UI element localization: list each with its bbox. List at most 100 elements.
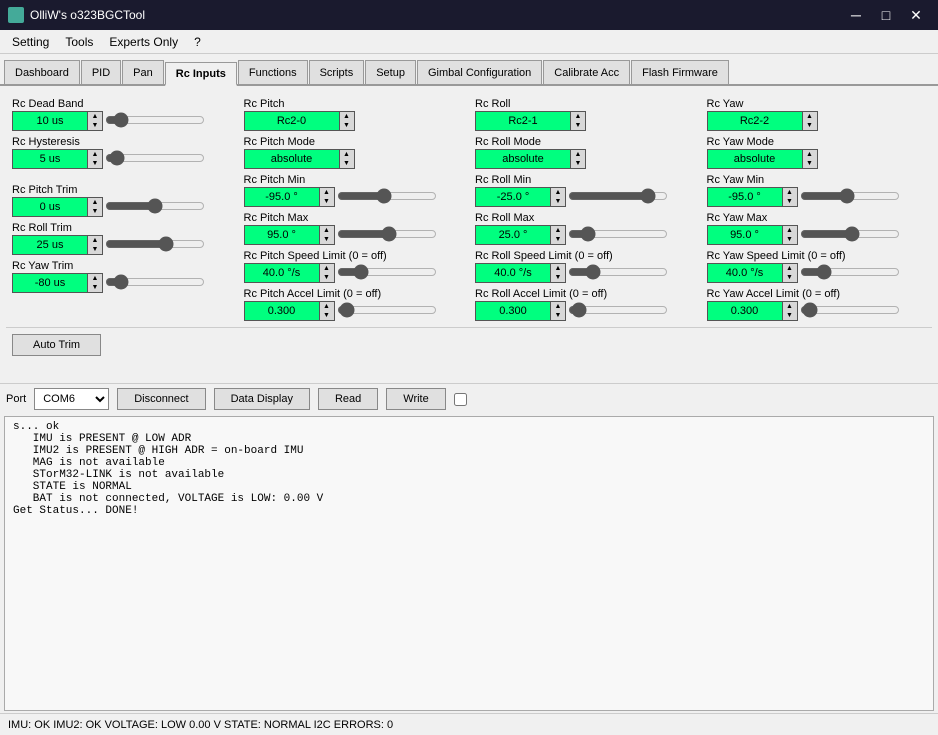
rc-pitch-min-range[interactable] [337, 189, 437, 203]
rc-hysteresis-up[interactable]: ▲ [88, 150, 102, 159]
rc-pitch-accel-up[interactable]: ▲ [320, 302, 334, 311]
rc-yaw-speed-up[interactable]: ▲ [783, 264, 797, 273]
rc-yaw-max-up[interactable]: ▲ [783, 226, 797, 235]
rc-roll-min-up[interactable]: ▲ [551, 188, 565, 197]
rc-yaw-trim-down[interactable]: ▼ [88, 283, 102, 292]
port-select[interactable]: COM6 COM1 COM2 COM3 COM4 COM5 COM7 COM8 [34, 388, 109, 410]
rc-roll-input[interactable] [475, 111, 570, 131]
rc-yaw-mode-up[interactable]: ▲ [803, 150, 817, 159]
rc-dead-band-up[interactable]: ▲ [88, 112, 102, 121]
rc-yaw-max-range[interactable] [800, 227, 900, 241]
tab-functions[interactable]: Functions [238, 60, 308, 84]
rc-yaw-min-range[interactable] [800, 189, 900, 203]
auto-trim-button[interactable]: Auto Trim [12, 334, 101, 356]
rc-yaw-input[interactable] [707, 111, 802, 131]
tab-rc-inputs[interactable]: Rc Inputs [165, 62, 237, 86]
rc-dead-band-input[interactable] [12, 111, 87, 131]
rc-roll-mode-down[interactable]: ▼ [571, 159, 585, 168]
rc-pitch-input[interactable] [244, 111, 339, 131]
rc-pitch-speed-down[interactable]: ▼ [320, 273, 334, 282]
tab-setup[interactable]: Setup [365, 60, 416, 84]
rc-yaw-up[interactable]: ▲ [803, 112, 817, 121]
rc-pitch-max-input[interactable] [244, 225, 319, 245]
rc-roll-trim-input[interactable] [12, 235, 87, 255]
rc-yaw-accel-input[interactable] [707, 301, 782, 321]
rc-pitch-speed-range[interactable] [337, 265, 437, 279]
rc-pitch-trim-range[interactable] [105, 199, 205, 213]
rc-roll-accel-range[interactable] [568, 303, 668, 317]
rc-roll-speed-down[interactable]: ▼ [551, 273, 565, 282]
rc-pitch-min-input[interactable] [244, 187, 319, 207]
rc-roll-min-down[interactable]: ▼ [551, 197, 565, 206]
rc-hysteresis-input[interactable] [12, 149, 87, 169]
rc-yaw-speed-down[interactable]: ▼ [783, 273, 797, 282]
rc-hysteresis-down[interactable]: ▼ [88, 159, 102, 168]
rc-yaw-min-up[interactable]: ▲ [783, 188, 797, 197]
rc-roll-max-input[interactable] [475, 225, 550, 245]
rc-roll-accel-up[interactable]: ▲ [551, 302, 565, 311]
rc-pitch-mode-up[interactable]: ▲ [340, 150, 354, 159]
rc-yaw-min-input[interactable] [707, 187, 782, 207]
rc-yaw-mode-down[interactable]: ▼ [803, 159, 817, 168]
menu-setting[interactable]: Setting [4, 33, 57, 51]
rc-roll-speed-range[interactable] [568, 265, 668, 279]
rc-pitch-accel-down[interactable]: ▼ [320, 311, 334, 320]
rc-roll-min-input[interactable] [475, 187, 550, 207]
rc-pitch-mode-down[interactable]: ▼ [340, 159, 354, 168]
rc-roll-trim-down[interactable]: ▼ [88, 245, 102, 254]
rc-roll-accel-input[interactable] [475, 301, 550, 321]
rc-roll-max-up[interactable]: ▲ [551, 226, 565, 235]
rc-yaw-speed-input[interactable] [707, 263, 782, 283]
write-button[interactable]: Write [386, 388, 445, 410]
tab-pan[interactable]: Pan [122, 60, 164, 84]
rc-yaw-accel-up[interactable]: ▲ [783, 302, 797, 311]
rc-yaw-speed-range[interactable] [800, 265, 900, 279]
rc-pitch-speed-up[interactable]: ▲ [320, 264, 334, 273]
rc-pitch-accel-input[interactable] [244, 301, 319, 321]
rc-yaw-trim-input[interactable] [12, 273, 87, 293]
rc-yaw-min-down[interactable]: ▼ [783, 197, 797, 206]
tab-calibrate[interactable]: Calibrate Acc [543, 60, 630, 84]
rc-roll-min-range[interactable] [568, 189, 668, 203]
rc-roll-mode-input[interactable] [475, 149, 570, 169]
rc-pitch-max-up[interactable]: ▲ [320, 226, 334, 235]
rc-roll-speed-up[interactable]: ▲ [551, 264, 565, 273]
rc-roll-up[interactable]: ▲ [571, 112, 585, 121]
close-button[interactable]: ✕ [902, 5, 930, 25]
rc-yaw-max-input[interactable] [707, 225, 782, 245]
menu-help[interactable]: ? [186, 33, 209, 51]
console-area[interactable]: s... ok IMU is PRESENT @ LOW ADR IMU2 is… [4, 416, 934, 711]
rc-dead-band-down[interactable]: ▼ [88, 121, 102, 130]
rc-roll-speed-input[interactable] [475, 263, 550, 283]
rc-roll-down[interactable]: ▼ [571, 121, 585, 130]
rc-roll-mode-up[interactable]: ▲ [571, 150, 585, 159]
rc-dead-band-range[interactable] [105, 113, 205, 127]
rc-yaw-trim-up[interactable]: ▲ [88, 274, 102, 283]
menu-experts-only[interactable]: Experts Only [101, 33, 186, 51]
minimize-button[interactable]: ─ [842, 5, 870, 25]
rc-yaw-accel-range[interactable] [800, 303, 900, 317]
rc-roll-trim-up[interactable]: ▲ [88, 236, 102, 245]
rc-pitch-up[interactable]: ▲ [340, 112, 354, 121]
tab-gimbal[interactable]: Gimbal Configuration [417, 60, 542, 84]
maximize-button[interactable]: □ [872, 5, 900, 25]
rc-yaw-accel-down[interactable]: ▼ [783, 311, 797, 320]
data-display-button[interactable]: Data Display [214, 388, 310, 410]
rc-roll-max-range[interactable] [568, 227, 668, 241]
option-checkbox[interactable] [454, 393, 467, 406]
rc-pitch-min-up[interactable]: ▲ [320, 188, 334, 197]
rc-pitch-trim-down[interactable]: ▼ [88, 207, 102, 216]
rc-pitch-max-range[interactable] [337, 227, 437, 241]
rc-pitch-mode-input[interactable] [244, 149, 339, 169]
rc-yaw-down[interactable]: ▼ [803, 121, 817, 130]
rc-pitch-max-down[interactable]: ▼ [320, 235, 334, 244]
rc-pitch-speed-input[interactable] [244, 263, 319, 283]
tab-pid[interactable]: PID [81, 60, 121, 84]
rc-yaw-max-down[interactable]: ▼ [783, 235, 797, 244]
rc-pitch-trim-input[interactable] [12, 197, 87, 217]
rc-roll-max-down[interactable]: ▼ [551, 235, 565, 244]
rc-yaw-mode-input[interactable] [707, 149, 802, 169]
rc-roll-trim-range[interactable] [105, 237, 205, 251]
rc-pitch-down[interactable]: ▼ [340, 121, 354, 130]
read-button[interactable]: Read [318, 388, 378, 410]
